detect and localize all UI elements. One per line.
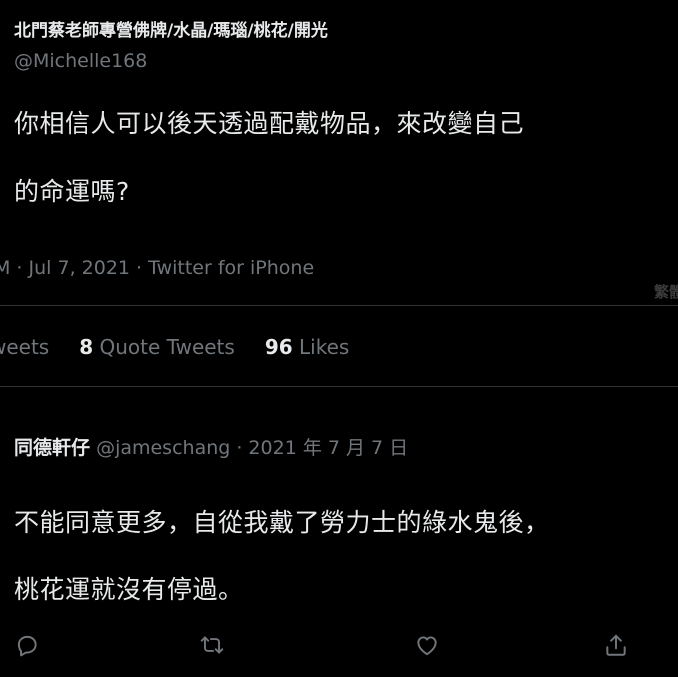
tweet-author-name[interactable]: 北門蔡老師專營佛牌/水晶/瑪瑙/桃花/開光 xyxy=(14,16,328,41)
reply-header: 同德軒仔 @jameschang · 2021 年 7 月 7 日 xyxy=(14,433,408,460)
tweet-stats: weets 8 Quote Tweets 96 Likes xyxy=(0,335,349,359)
like-icon[interactable] xyxy=(414,632,440,658)
tweet-text-line-2: 的命運嗎? xyxy=(14,177,130,206)
reply-icon[interactable] xyxy=(14,632,40,658)
tweet-author-handle[interactable]: @Michelle168 xyxy=(14,50,147,72)
likes-label[interactable]: Likes xyxy=(299,335,349,359)
reply-text-line-1: 不能同意更多，自從我戴了勞力士的綠水鬼後， xyxy=(14,508,550,537)
likes-count[interactable]: 96 xyxy=(265,335,293,359)
reply-text-line-2: 桃花運就沒有停過。 xyxy=(14,575,244,604)
divider xyxy=(0,386,678,387)
share-icon[interactable] xyxy=(603,632,629,658)
divider xyxy=(0,305,678,306)
reply-handle-date[interactable]: @jameschang · 2021 年 7 月 7 日 xyxy=(96,437,408,459)
quote-label[interactable]: Quote Tweets xyxy=(100,335,235,359)
tweet-text-line-1: 你相信人可以後天透過配戴物品，來改變自己 xyxy=(14,109,525,138)
translate-label[interactable]: 繁體 xyxy=(654,281,678,302)
quote-count[interactable]: 8 xyxy=(79,335,93,359)
retweets-label[interactable]: weets xyxy=(0,335,49,359)
reply-author-name[interactable]: 同德軒仔 xyxy=(14,437,90,459)
tweet-meta[interactable]: M · Jul 7, 2021 · Twitter for iPhone xyxy=(0,257,314,279)
retweet-icon[interactable] xyxy=(199,632,225,658)
